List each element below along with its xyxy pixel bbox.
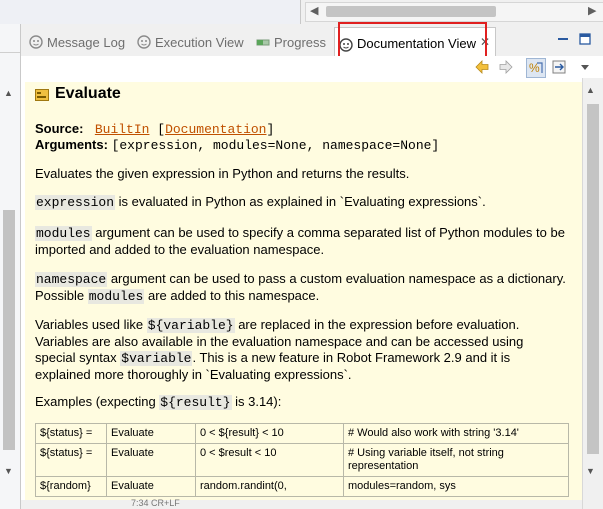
left-panel-tab[interactable] bbox=[0, 30, 20, 53]
result-code: ${result} bbox=[159, 395, 232, 410]
vertical-scroll-thumb[interactable] bbox=[587, 104, 599, 454]
examples-intro: Examples (expecting ${result} is 3.14): bbox=[35, 394, 567, 411]
keyword-icon bbox=[35, 89, 49, 101]
table-cell: ${random} bbox=[35, 476, 107, 497]
scroll-up-icon[interactable]: ▲ bbox=[586, 85, 595, 95]
variables-paragraph: Variables used like ${variable} are repl… bbox=[35, 317, 567, 383]
tab-message-log[interactable]: Message Log bbox=[29, 32, 125, 54]
table-cell: ${status} = bbox=[35, 423, 107, 444]
variable-code: ${variable} bbox=[146, 318, 235, 333]
table-cell: modules=random, sys bbox=[343, 476, 569, 497]
tab-label: Message Log bbox=[47, 35, 126, 50]
modules-code-2: modules bbox=[87, 289, 145, 304]
progress-icon bbox=[256, 39, 270, 46]
namespace-code: namespace bbox=[35, 272, 108, 287]
back-arrow-icon[interactable] bbox=[473, 58, 491, 76]
tab-progress[interactable]: Progress bbox=[256, 32, 326, 54]
status-text: 7:34 CR+LF bbox=[131, 498, 180, 508]
arguments-value: [expression, modules=None, namespace=Non… bbox=[111, 138, 440, 153]
variable-code-2: $variable bbox=[120, 351, 193, 366]
arguments-label: Arguments: bbox=[35, 137, 108, 152]
examples-text-2: is 3.14): bbox=[231, 394, 282, 409]
table-cell: Evaluate bbox=[106, 423, 196, 444]
scroll-up-icon[interactable]: ▲ bbox=[4, 88, 13, 98]
robot-icon bbox=[29, 35, 43, 49]
expression-text: is evaluated in Python as explained in `… bbox=[115, 194, 486, 209]
expression-paragraph: expression is evaluated in Python as exp… bbox=[35, 194, 567, 211]
view-toolbar: % bbox=[21, 56, 603, 78]
tab-label: Execution View bbox=[155, 35, 244, 50]
modules-code: modules bbox=[35, 226, 92, 241]
forward-arrow-icon[interactable] bbox=[497, 58, 515, 76]
table-cell: # Using variable itself, not string repr… bbox=[343, 443, 569, 477]
table-cell: random.randint(0, bbox=[195, 476, 344, 497]
expression-code: expression bbox=[35, 195, 116, 210]
table-cell: # Would also work with string '3.14' bbox=[343, 423, 569, 444]
editor-area bbox=[0, 0, 301, 25]
namespace-text-2: are added to this namespace. bbox=[144, 288, 320, 303]
source-label: Source: bbox=[35, 121, 84, 136]
description-paragraph: Evaluates the given expression in Python… bbox=[35, 166, 410, 181]
minimize-icon[interactable] bbox=[556, 32, 570, 46]
table-cell: ${status} = bbox=[35, 443, 107, 477]
horizontal-scrollbar[interactable]: ◀ ▶ bbox=[305, 2, 603, 22]
modules-paragraph: modules argument can be used to specify … bbox=[35, 225, 567, 258]
table-cell: Evaluate bbox=[106, 443, 196, 477]
maximize-icon[interactable] bbox=[578, 32, 592, 46]
modules-text: argument can be used to specify a comma … bbox=[35, 225, 565, 257]
left-scroll-thumb[interactable] bbox=[3, 210, 15, 450]
table-row: ${random} Evaluate random.randint(0, mod… bbox=[35, 476, 569, 497]
status-bar: 7:34 CR+LF bbox=[21, 498, 582, 509]
link-with-editor-icon[interactable]: % bbox=[526, 58, 546, 78]
table-row: ${status} = Evaluate 0 < $result < 10 # … bbox=[35, 443, 569, 477]
documentation-panel: Evaluate Source: BuiltIn [Documentation]… bbox=[25, 82, 582, 509]
table-cell: 0 < ${result} < 10 bbox=[195, 423, 344, 444]
arguments-line: Arguments: [expression, modules=None, na… bbox=[35, 137, 439, 154]
scroll-down-icon[interactable]: ▼ bbox=[4, 466, 13, 476]
table-row: ${status} = Evaluate 0 < ${result} < 10 … bbox=[35, 423, 569, 444]
tab-label: Progress bbox=[274, 35, 327, 50]
export-icon[interactable] bbox=[551, 58, 569, 76]
source-line: Source: BuiltIn [Documentation] bbox=[35, 121, 275, 137]
examples-text-1: Examples (expecting bbox=[35, 394, 160, 409]
documentation-link[interactable]: Documentation bbox=[165, 122, 266, 137]
scroll-right-icon[interactable]: ▶ bbox=[588, 4, 596, 17]
variables-text-1: Variables used like bbox=[35, 317, 147, 332]
horizontal-scroll-thumb[interactable] bbox=[326, 6, 496, 17]
keyword-title: Evaluate bbox=[55, 85, 121, 102]
robot-icon bbox=[137, 35, 151, 49]
examples-table: ${status} = Evaluate 0 < ${result} < 10 … bbox=[35, 423, 569, 497]
scroll-down-icon[interactable]: ▼ bbox=[586, 466, 595, 476]
view-menu-icon[interactable] bbox=[576, 58, 594, 76]
builtin-link[interactable]: BuiltIn bbox=[95, 122, 150, 137]
scroll-left-icon[interactable]: ◀ bbox=[310, 4, 318, 17]
tab-execution-view[interactable]: Execution View bbox=[137, 32, 244, 54]
table-cell: Evaluate bbox=[106, 476, 196, 497]
namespace-paragraph: namespace argument can be used to pass a… bbox=[35, 271, 567, 305]
table-cell: 0 < $result < 10 bbox=[195, 443, 344, 477]
